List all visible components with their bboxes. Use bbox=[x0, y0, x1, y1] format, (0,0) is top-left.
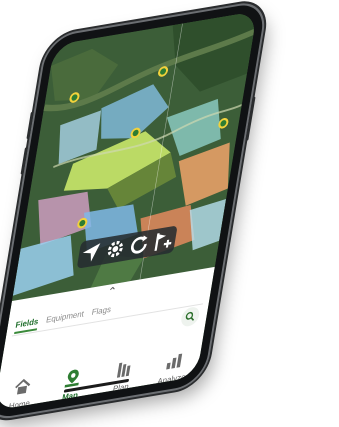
search-icon[interactable] bbox=[179, 305, 201, 328]
nav-item-home[interactable]: Home bbox=[0, 372, 44, 411]
navigate-arrow-icon[interactable] bbox=[79, 241, 102, 265]
volume-down-button bbox=[20, 146, 28, 175]
phone-frame: ⌃ Fields Equipment Flags Home Map Plan A… bbox=[0, 1, 267, 421]
gear-icon[interactable] bbox=[104, 237, 127, 261]
nav-item-analyze[interactable]: Analyze bbox=[151, 346, 196, 387]
phone-screen: ⌃ Fields Equipment Flags Home Map Plan A… bbox=[0, 10, 258, 411]
flag-add-icon[interactable] bbox=[152, 229, 175, 253]
volume-up-button bbox=[26, 111, 34, 140]
analyze-icon bbox=[162, 348, 187, 375]
bottom-navigation: Home Map Plan Analyze bbox=[0, 330, 204, 411]
nav-label-home: Home bbox=[8, 398, 31, 411]
home-icon bbox=[10, 373, 35, 400]
field-map[interactable] bbox=[11, 10, 258, 301]
power-button bbox=[245, 96, 256, 141]
refresh-icon[interactable] bbox=[128, 233, 151, 257]
nav-item-map[interactable]: Map bbox=[50, 363, 95, 404]
nav-item-plan[interactable]: Plan bbox=[100, 355, 145, 396]
